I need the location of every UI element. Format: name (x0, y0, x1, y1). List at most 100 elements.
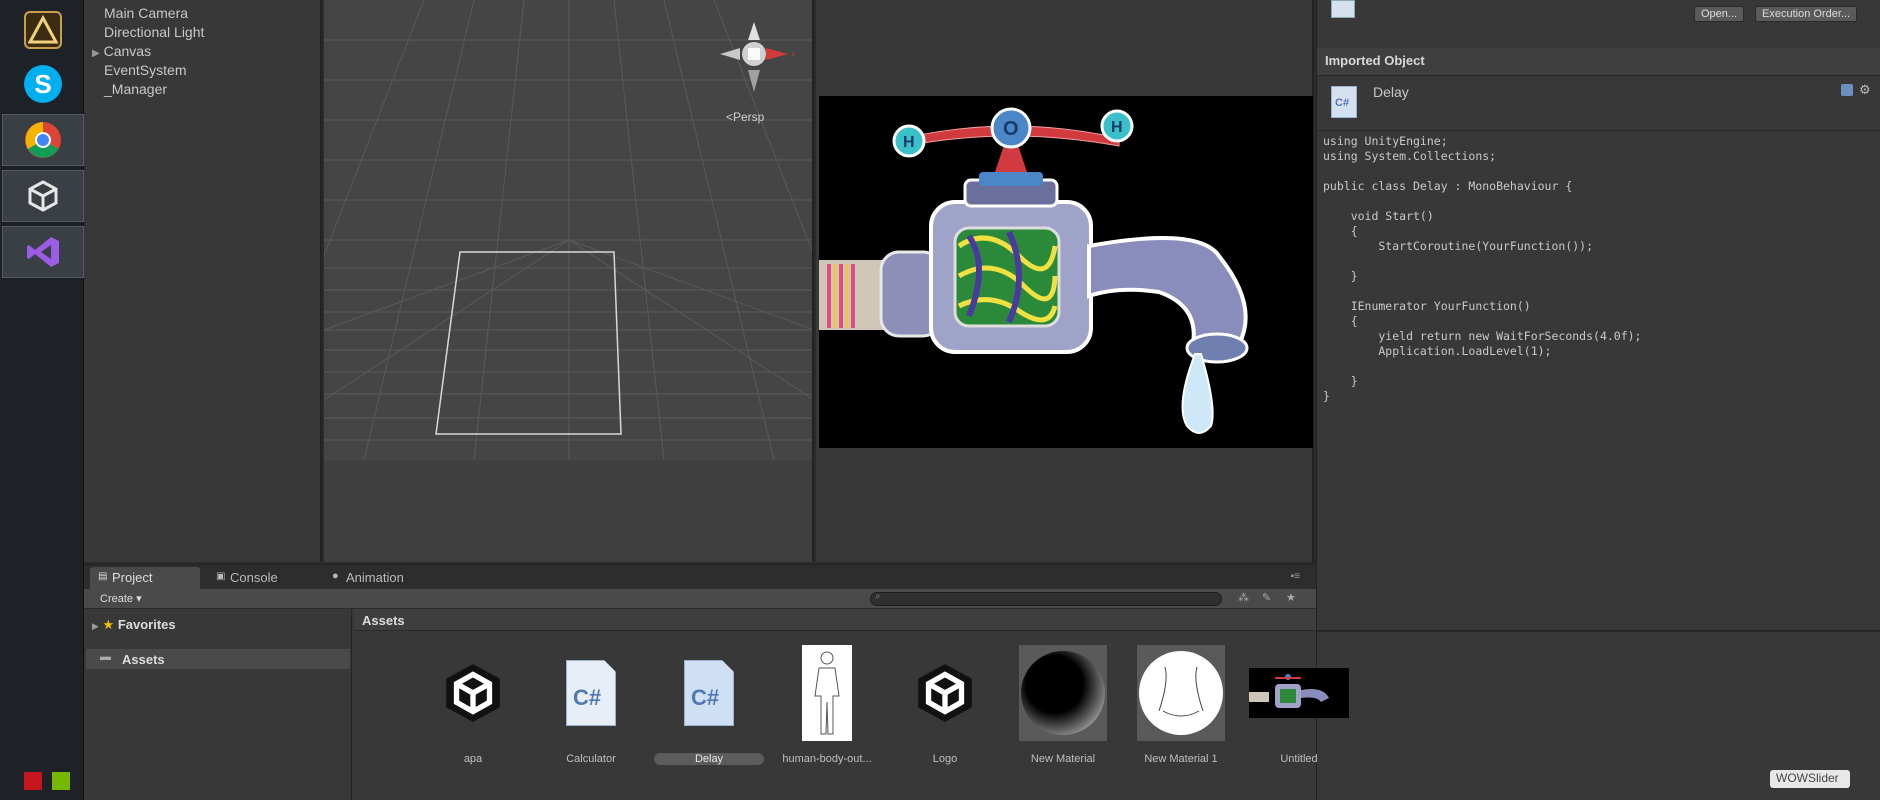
asset-label: Calculator (566, 753, 616, 765)
asset-label: New Material (1030, 753, 1096, 765)
scene-lower-area (324, 460, 812, 562)
chrome-icon (24, 121, 62, 159)
asset-label: Delay (654, 753, 764, 765)
hierarchy-item-main-camera[interactable]: Main Camera (104, 5, 188, 21)
object-name: Delay (1373, 84, 1409, 100)
taskbar-visual-studio[interactable] (2, 226, 84, 278)
folder-icon: ▬ (100, 651, 111, 663)
hierarchy-item-label: _Manager (104, 81, 168, 97)
asset-calculator[interactable]: C# Calculator (536, 645, 646, 785)
project-folder-icon: ▤ (98, 571, 108, 582)
scene-gizmo[interactable]: × (714, 14, 794, 94)
section-title: Imported Object (1325, 53, 1425, 68)
hierarchy-item-eventsystem[interactable]: EventSystem (104, 62, 186, 78)
wowslider-watermark: WOWSlider (1770, 770, 1850, 788)
help-book-icon[interactable] (1841, 84, 1853, 96)
unity-icon (24, 177, 62, 215)
faucet-illustration: H O H (819, 107, 1249, 434)
game-view[interactable]: H O H (816, 0, 1314, 562)
console-icon: ▣ (216, 571, 226, 582)
project-panel: ▤ Project ▣ Console ● Animation ▪≡ Creat… (84, 564, 1349, 800)
assets-tree-item[interactable]: ▬ Assets (86, 649, 350, 669)
asset-delay[interactable]: C# Delay (654, 645, 764, 785)
taskbar-app-launcher[interactable] (2, 4, 84, 56)
tab-label: Project (112, 570, 153, 585)
divider (1317, 630, 1880, 632)
svg-text:O: O (1003, 118, 1019, 140)
create-dropdown[interactable]: Create ▾ (100, 592, 142, 605)
texture-thumbnail (1249, 645, 1349, 741)
hierarchy-item-directional-light[interactable]: Directional Light (104, 24, 204, 40)
asset-new-material-1[interactable]: New Material 1 (1126, 645, 1236, 785)
tab-label: Console (230, 570, 278, 585)
filter-label-icon[interactable]: ✎ (1262, 591, 1271, 604)
taskbar-unity[interactable] (2, 170, 84, 222)
tab-animation[interactable]: ● Animation (324, 567, 412, 589)
tab-project[interactable]: ▤ Project (90, 567, 200, 589)
material-thumbnail (1137, 645, 1225, 741)
unity-scene-icon (429, 645, 517, 741)
system-tray (24, 772, 70, 790)
project-toolbar: Create ▾ ⌕ ⁂ ✎ ★ (84, 589, 1316, 609)
svg-text:H: H (1111, 119, 1123, 136)
hierarchy-item-label: EventSystem (104, 62, 187, 78)
star-icon: ★ (102, 617, 115, 632)
animation-icon: ● (332, 570, 339, 582)
search-icon: ⌕ (875, 591, 881, 602)
imported-object-header: Imported Object (1317, 48, 1880, 76)
hierarchy-item-canvas[interactable]: ▶ Canvas (92, 43, 151, 59)
expand-arrow-icon[interactable]: ▶ (92, 621, 99, 631)
asset-label: apa (463, 753, 483, 765)
texture-thumbnail (783, 645, 871, 741)
search-input[interactable]: ⌕ (870, 591, 1222, 606)
gear-icon[interactable]: ⚙ (1859, 82, 1871, 98)
taskbar-skype[interactable]: S (2, 58, 84, 110)
script-file-icon (1331, 0, 1355, 18)
asset-logo[interactable]: Logo (890, 645, 1000, 785)
projection-label[interactable]: <Persp (726, 110, 764, 124)
project-folder-tree: ▶ ★ Favorites ▬ Assets (84, 609, 352, 800)
hierarchy-item-label: Main Camera (104, 5, 189, 21)
app-launcher-icon (24, 11, 62, 49)
hierarchy-item-label: Canvas (103, 43, 152, 59)
adobe-tray-icon[interactable] (24, 772, 42, 790)
tab-label: Animation (346, 570, 404, 585)
execution-order-button[interactable]: Execution Order... (1755, 6, 1858, 22)
nvidia-tray-icon[interactable] (52, 772, 70, 790)
assets-tree-label: Assets (122, 652, 165, 667)
asset-untitled[interactable]: Untitled (1244, 645, 1354, 785)
inspector-panel: Open... Execution Order... Imported Obje… (1316, 0, 1880, 800)
unity-scene-icon (901, 645, 989, 741)
asset-label: Untitled (1280, 753, 1318, 765)
favorite-star-icon[interactable]: ★ (1286, 591, 1296, 604)
assets-breadcrumb: Assets (354, 609, 1316, 631)
asset-human-body-outline[interactable]: human-body-out... (772, 645, 882, 785)
open-button[interactable]: Open... (1694, 6, 1745, 22)
svg-text:H: H (903, 134, 915, 151)
skype-icon: S (24, 65, 62, 103)
scene-view[interactable]: × <Persp (324, 0, 814, 562)
asset-new-material[interactable]: New Material (1008, 645, 1118, 785)
favorites-label: Favorites (117, 617, 176, 632)
taskbar-chrome[interactable] (2, 114, 84, 166)
windows-taskbar: S (0, 0, 84, 800)
hierarchy-item-label: Directional Light (104, 24, 205, 40)
project-tab-bar: ▤ Project ▣ Console ● Animation ▪≡ (84, 565, 1316, 589)
visual-studio-icon (24, 233, 62, 271)
material-thumbnail (1019, 645, 1107, 741)
game-render: H O H (819, 96, 1313, 448)
csharp-script-icon: C# (665, 645, 753, 741)
canvas-outline[interactable] (435, 251, 622, 435)
favorites-item[interactable]: ▶ ★ Favorites (92, 617, 176, 633)
divider (1317, 130, 1880, 131)
asset-apa[interactable]: apa (418, 645, 528, 785)
filter-type-icon[interactable]: ⁂ (1238, 591, 1249, 604)
csharp-script-icon: C# (547, 645, 635, 741)
panel-menu-icon[interactable]: ▪≡ (1291, 571, 1300, 582)
tab-console[interactable]: ▣ Console (208, 567, 286, 589)
hierarchy-item-manager[interactable]: _Manager (104, 81, 167, 97)
csharp-file-icon: C# (1331, 86, 1357, 118)
asset-label: Logo (932, 753, 958, 765)
expand-arrow-icon[interactable]: ▶ (92, 48, 100, 59)
svg-text:×: × (791, 50, 794, 61)
